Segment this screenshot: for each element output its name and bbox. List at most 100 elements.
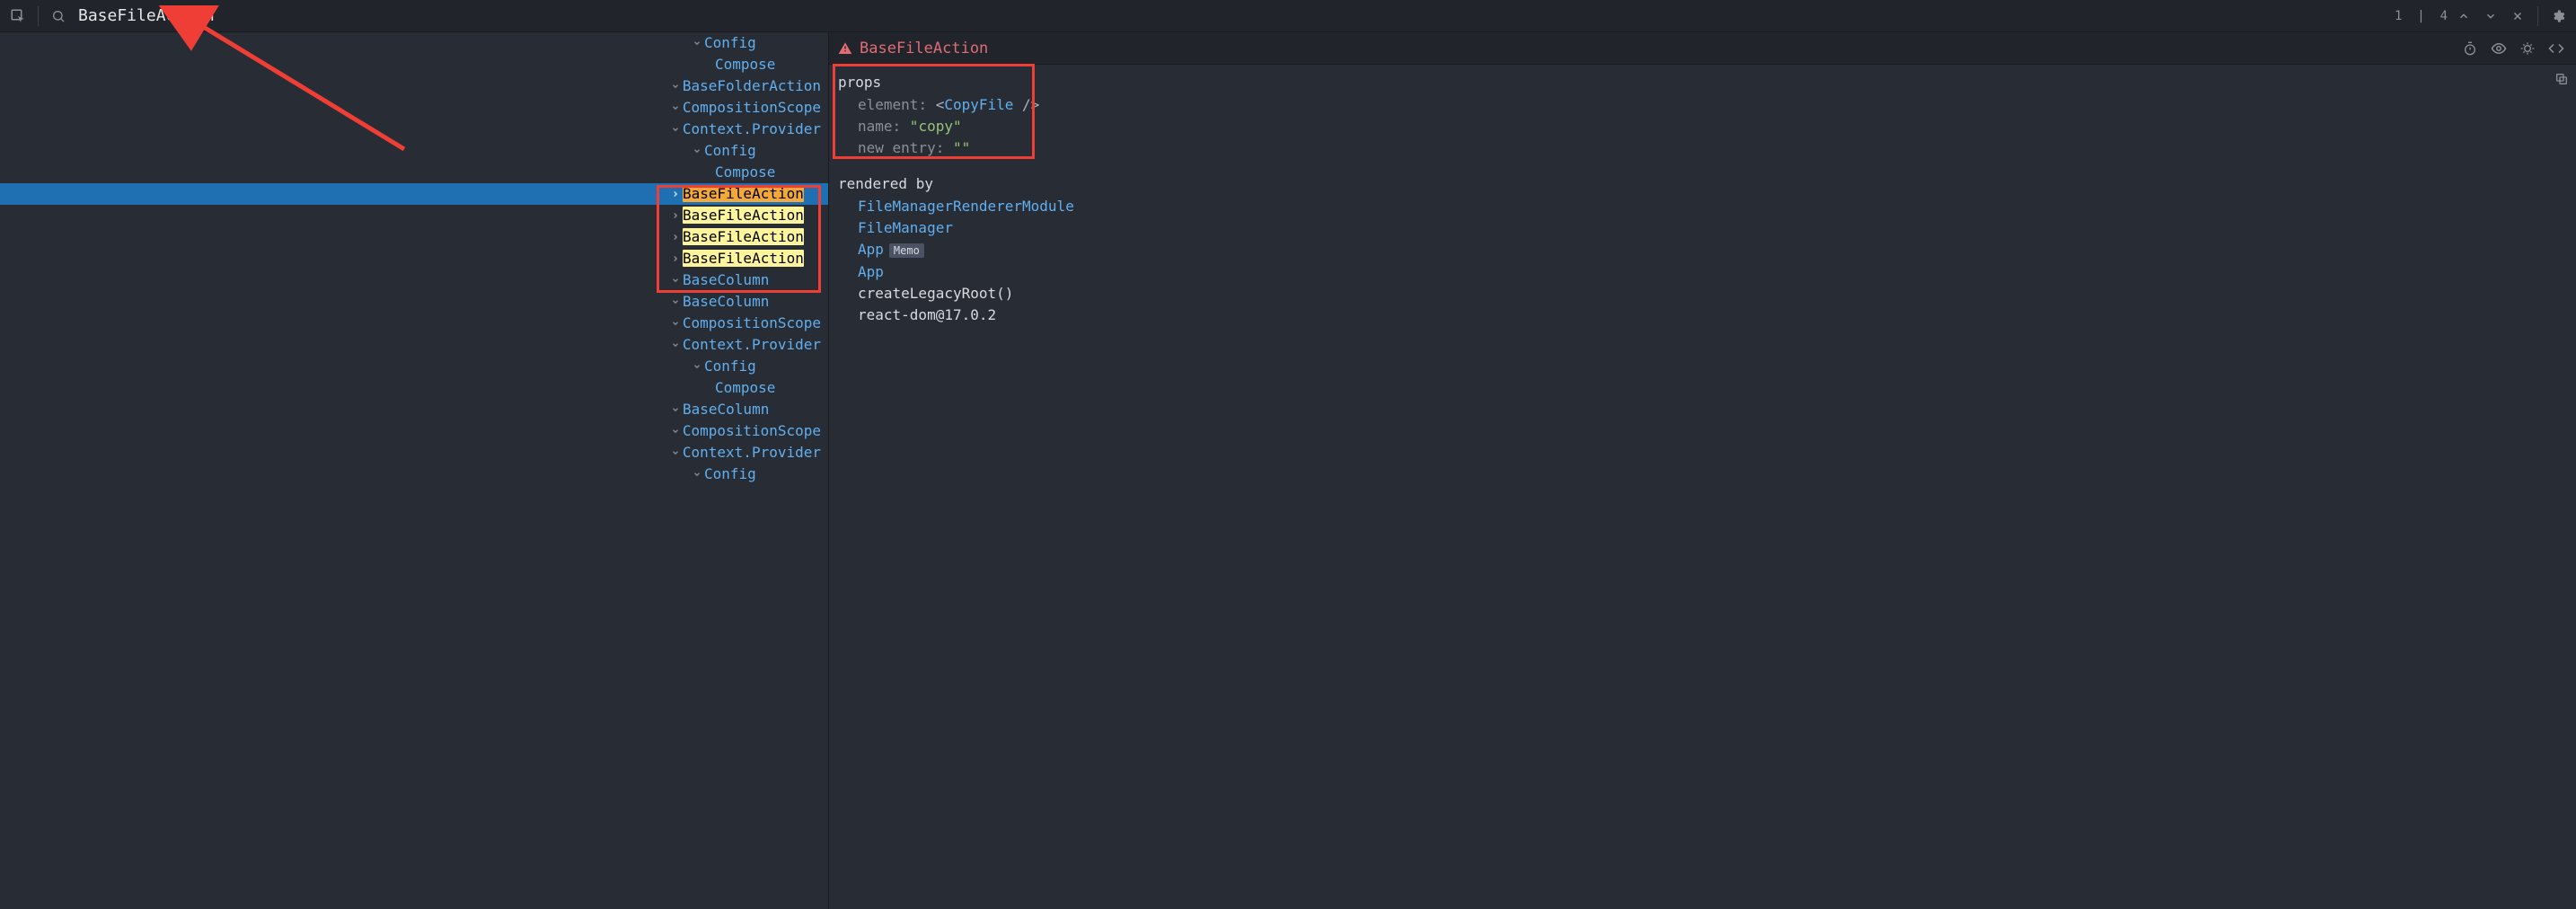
chevron-down-icon[interactable] [670, 124, 681, 135]
tree-row[interactable]: Compose [0, 54, 828, 75]
chevron-down-icon[interactable] [670, 81, 681, 92]
props-block: element: <CopyFile />name: copynew entry… [838, 94, 2563, 159]
toolbar-divider [38, 6, 39, 26]
match-count: 1 | 4 [2395, 9, 2448, 23]
settings-icon[interactable] [2547, 5, 2569, 27]
warning-icon [838, 41, 852, 56]
tree-row[interactable]: BaseFolderAction [0, 75, 828, 97]
match-current: 1 [2395, 9, 2402, 23]
component-detail-panel: BaseFileAction props element: <CopyFile … [829, 32, 2576, 909]
rendered-by-label: FileManagerRendererModule [858, 198, 1074, 215]
tree-label: CompositionScope [683, 97, 821, 119]
suspense-timer-icon[interactable] [2459, 38, 2481, 59]
chevron-down-icon[interactable] [692, 38, 702, 49]
prop-row[interactable]: name: copy [838, 116, 2563, 137]
inspect-dom-icon[interactable] [2488, 38, 2510, 59]
chevron-down-icon[interactable] [692, 361, 702, 372]
next-match-icon[interactable] [2480, 5, 2501, 27]
tree-label: CompositionScope [683, 420, 821, 442]
prop-key: element [858, 96, 918, 113]
tree-row[interactable]: Compose [0, 162, 828, 183]
tree-row[interactable]: BaseColumn [0, 291, 828, 313]
tree-label: Compose [715, 162, 775, 183]
match-total: 4 [2440, 9, 2448, 23]
chevron-right-icon[interactable] [670, 253, 681, 264]
tree-row[interactable]: CompositionScope [0, 97, 828, 119]
tree-label: BaseColumn [683, 399, 769, 420]
tree-row[interactable]: BaseColumn [0, 269, 828, 291]
select-element-icon[interactable] [7, 5, 29, 27]
tree-row[interactable]: Context.Provider [0, 119, 828, 140]
tree-row[interactable]: BaseFileAction [0, 205, 828, 226]
close-search-icon[interactable] [2507, 5, 2528, 27]
component-tree-panel: ConfigComposeBaseFolderActionComposition… [0, 32, 829, 909]
tree-label: BaseFileAction [683, 183, 804, 205]
prev-match-icon[interactable] [2453, 5, 2475, 27]
rendered-by-item[interactable]: App Memo [858, 239, 2563, 261]
tree-row[interactable]: BaseFileAction [0, 183, 828, 205]
tree-row[interactable]: Config [0, 356, 828, 377]
chevron-down-icon[interactable] [670, 447, 681, 458]
rendered-by-label: App [858, 263, 884, 280]
tree-row[interactable]: BaseColumn [0, 399, 828, 420]
prop-row[interactable]: element: <CopyFile /> [838, 94, 2563, 116]
memo-badge: Memo [889, 243, 924, 258]
tree-label: CompositionScope [683, 313, 821, 334]
chevron-right-icon[interactable] [670, 232, 681, 243]
chevron-right-icon[interactable] [670, 210, 681, 221]
chevron-down-icon[interactable] [670, 404, 681, 415]
tree-row[interactable]: Compose [0, 377, 828, 399]
tree-label: BaseFolderAction [683, 75, 821, 97]
tree-row[interactable]: BaseFileAction [0, 226, 828, 248]
tree-arrow-none [702, 383, 713, 393]
tree-label: Compose [715, 54, 775, 75]
chevron-down-icon[interactable] [670, 318, 681, 329]
tree-label: Context.Provider [683, 334, 821, 356]
chevron-down-icon[interactable] [670, 296, 681, 307]
tree-label: BaseFileAction [683, 226, 804, 248]
chevron-down-icon[interactable] [692, 469, 702, 480]
tree-row[interactable]: Config [0, 140, 828, 162]
chevron-down-icon[interactable] [670, 340, 681, 350]
tree-row[interactable]: CompositionScope [0, 420, 828, 442]
tree-label: BaseColumn [683, 291, 769, 313]
tree-label: Config [704, 356, 756, 377]
view-source-icon[interactable] [2545, 38, 2567, 59]
tree-label: Config [704, 140, 756, 162]
component-tree[interactable]: ConfigComposeBaseFolderActionComposition… [0, 32, 828, 909]
detail-header: BaseFileAction [829, 32, 2576, 65]
rendered-by-item[interactable]: FileManagerRendererModule [858, 196, 2563, 217]
chevron-down-icon[interactable] [670, 275, 681, 286]
prop-row[interactable]: new entry: [838, 137, 2563, 159]
chevron-down-icon[interactable] [670, 102, 681, 113]
tree-label: Context.Provider [683, 442, 821, 463]
tree-row[interactable]: Config [0, 32, 828, 54]
tree-row[interactable]: Context.Provider [0, 442, 828, 463]
tree-row[interactable]: CompositionScope [0, 313, 828, 334]
rendered-by-list: FileManagerRendererModule FileManager App M… [838, 196, 2563, 326]
tree-label: BaseColumn [683, 269, 769, 291]
chevron-down-icon[interactable] [692, 146, 702, 156]
tree-label: Config [704, 463, 756, 485]
rendered-by-item[interactable]: App [858, 261, 2563, 283]
search-input[interactable] [78, 6, 2386, 25]
copy-icon[interactable] [2554, 72, 2569, 86]
chevron-right-icon[interactable] [670, 189, 681, 199]
rendered-by-item: createLegacyRoot() [858, 283, 2563, 304]
tree-label: Context.Provider [683, 119, 821, 140]
prop-key: name [858, 118, 893, 135]
detail-title: BaseFileAction [860, 40, 988, 57]
prop-key: new entry [858, 139, 936, 156]
tree-label: Config [704, 32, 756, 54]
rendered-by-label: createLegacyRoot() [858, 285, 1013, 302]
tree-row[interactable]: BaseFileAction [0, 248, 828, 269]
tree-row[interactable]: Config [0, 463, 828, 485]
debug-icon[interactable] [2517, 38, 2538, 59]
chevron-down-icon[interactable] [670, 426, 681, 437]
prop-value: <CopyFile /> [936, 96, 1040, 113]
search-icon [48, 5, 69, 27]
rendered-by-item[interactable]: FileManager [858, 217, 2563, 239]
rendered-by-label: App [858, 241, 884, 258]
tree-row[interactable]: Context.Provider [0, 334, 828, 356]
detail-body: props element: <CopyFile />name: copynew… [829, 65, 2576, 339]
